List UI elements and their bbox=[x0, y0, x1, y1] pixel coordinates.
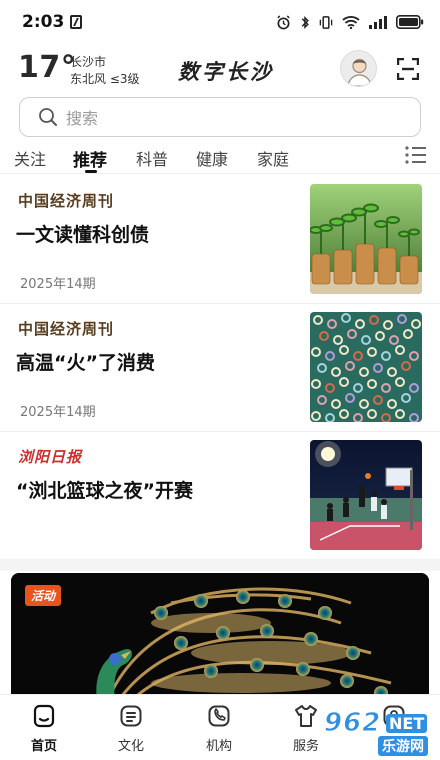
scan-icon[interactable] bbox=[397, 58, 419, 80]
news-source: 中国经济周刊 bbox=[18, 320, 115, 338]
nav-home-label: 首页 bbox=[30, 739, 57, 754]
news-thumbnail-basketball[interactable] bbox=[310, 440, 422, 550]
news-thumbnail-coins-plants[interactable] bbox=[310, 184, 422, 294]
weather-temperature[interactable]: 17° bbox=[18, 50, 76, 85]
watermark-suffix: NET bbox=[386, 714, 428, 733]
activity-tag: 活动 bbox=[25, 585, 62, 606]
tab-follow[interactable]: 关注 bbox=[14, 146, 46, 170]
peacock-jewelry-image bbox=[11, 573, 429, 703]
battery-icon bbox=[396, 15, 424, 29]
phone-icon bbox=[208, 705, 230, 727]
tab-family[interactable]: 家庭 bbox=[257, 146, 289, 170]
watermark-number: 962 bbox=[323, 708, 382, 739]
nav-organization[interactable]: 机构 bbox=[189, 703, 249, 754]
search-input[interactable]: 搜索 bbox=[19, 97, 421, 137]
beads-image bbox=[310, 312, 422, 422]
user-avatar-icon bbox=[347, 58, 372, 86]
status-time: 2:03 bbox=[22, 12, 65, 32]
news-item[interactable]: 中国经济周刊 高温“火”了消费 2025年14期 bbox=[0, 304, 440, 432]
nav-culture[interactable]: 文化 bbox=[101, 703, 161, 754]
news-item[interactable]: 浏阳日报 “浏北篮球之夜”开赛 bbox=[0, 432, 440, 559]
tab-health[interactable]: 健康 bbox=[196, 146, 228, 170]
tab-menu-icon[interactable] bbox=[405, 146, 427, 164]
category-tabs: 关注 推荐 科普 健康 家庭 bbox=[0, 140, 440, 174]
coins-plants-image bbox=[310, 184, 422, 294]
news-thumbnail-beads[interactable] bbox=[310, 312, 422, 422]
nav-organization-label: 机构 bbox=[205, 739, 232, 754]
home-icon bbox=[33, 704, 55, 728]
section-divider bbox=[0, 559, 440, 571]
alarm-icon bbox=[277, 14, 290, 29]
basketball-court-image bbox=[310, 440, 422, 550]
nav-home[interactable]: 首页 bbox=[14, 703, 74, 754]
signal-icon bbox=[369, 15, 387, 29]
news-title[interactable]: 高温“火”了消费 bbox=[16, 348, 155, 375]
tab-recommend[interactable]: 推荐 bbox=[73, 146, 107, 171]
document-icon bbox=[120, 705, 142, 727]
news-date: 2025年14期 bbox=[20, 405, 96, 420]
bluetooth-icon bbox=[301, 15, 309, 29]
app-header: 17° 长沙市 东北风 ≤3级 数字长沙 bbox=[0, 46, 440, 92]
search-icon bbox=[39, 108, 57, 126]
app-logo-title: 数字长沙 bbox=[178, 59, 274, 84]
status-bar: 2:03 bbox=[0, 0, 440, 44]
active-tab-indicator bbox=[85, 170, 97, 173]
news-item[interactable]: 中国经济周刊 一文读懂科创债 2025年14期 bbox=[0, 176, 440, 304]
weather-wind: 东北风 ≤3级 bbox=[70, 72, 140, 86]
weather-city[interactable]: 长沙市 bbox=[70, 53, 106, 70]
status-icons bbox=[276, 14, 424, 30]
avatar[interactable] bbox=[340, 50, 377, 87]
activity-banner[interactable]: 活动 bbox=[11, 573, 429, 703]
search-placeholder: 搜索 bbox=[66, 109, 99, 128]
news-source: 浏阳日报 bbox=[18, 448, 83, 466]
nfc-icon bbox=[70, 15, 83, 29]
vibrate-icon bbox=[319, 15, 333, 29]
site-watermark: 962 NET 乐游网 bbox=[314, 706, 436, 758]
news-source: 中国经济周刊 bbox=[18, 192, 115, 210]
news-title[interactable]: 一文读懂科创债 bbox=[16, 220, 149, 247]
tab-science[interactable]: 科普 bbox=[136, 146, 168, 170]
watermark-text: 乐游网 bbox=[378, 736, 428, 756]
nav-culture-label: 文化 bbox=[117, 739, 144, 754]
wifi-icon bbox=[342, 16, 360, 29]
news-date: 2025年14期 bbox=[20, 277, 96, 292]
news-title[interactable]: “浏北篮球之夜”开赛 bbox=[16, 476, 193, 503]
